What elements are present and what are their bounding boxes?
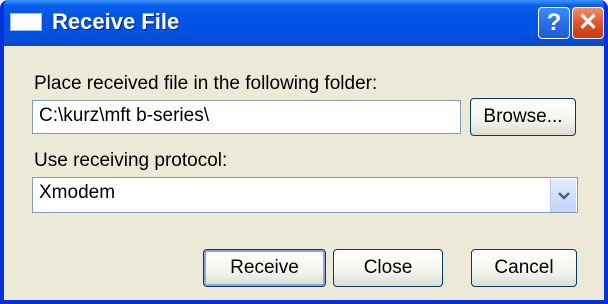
chevron-down-icon [557,192,570,200]
window-icon [10,13,42,31]
close-icon: ✕ [577,9,599,36]
protocol-selected-value: Xmodem [39,182,116,203]
title-bar[interactable]: Receive File ? ✕ [4,0,604,46]
receive-button[interactable]: Receive [203,249,326,287]
cancel-button[interactable]: Cancel [471,249,577,287]
folder-label: Place received file in the following fol… [34,73,378,94]
window-title: Receive File [52,9,180,34]
protocol-select[interactable]: Xmodem [32,177,578,213]
protocol-label: Use receiving protocol: [34,150,228,171]
help-button[interactable]: ? [538,7,570,39]
dropdown-button[interactable] [550,179,576,212]
help-icon: ? [546,9,562,36]
close-window-button[interactable]: ✕ [572,7,604,39]
receive-file-dialog: Receive File ? ✕ Place received file in … [0,0,608,304]
browse-button[interactable]: Browse... [470,98,576,136]
close-button[interactable]: Close [333,249,443,287]
folder-input[interactable]: C:\kurz\mft b-series\ [32,100,461,134]
